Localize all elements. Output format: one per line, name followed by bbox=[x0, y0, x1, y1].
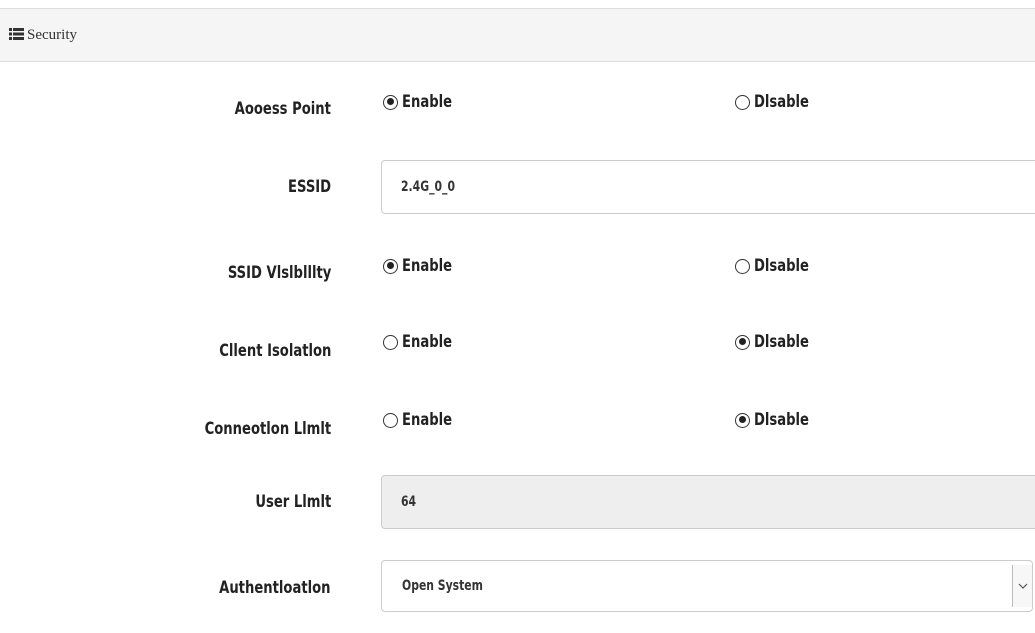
ssid-visibility-disable-option[interactable]: Dlsable bbox=[735, 241, 818, 291]
client-isolation-label: Cllent Isolatlon bbox=[218, 341, 331, 361]
security-panel-header: Security bbox=[0, 8, 1035, 62]
essid-row: ESSID 2.4G_0_0 bbox=[0, 160, 1035, 214]
essid-value: 2.4G_0_0 bbox=[401, 179, 455, 195]
access-point-disable-radio[interactable] bbox=[735, 94, 750, 110]
ssid-visibility-row: SSID Vlslblllty Enable Dlsable bbox=[0, 248, 1035, 298]
connection-limit-disable-option[interactable]: Dlsable bbox=[735, 395, 818, 445]
client-isolation-disable-option[interactable]: Dlsable bbox=[735, 317, 818, 367]
connection-limit-enable-label: Enable bbox=[402, 410, 453, 430]
authentication-select[interactable]: Open System bbox=[381, 560, 1033, 612]
connection-limit-row: Conneotlon Llmlt Enable Dlsable bbox=[0, 404, 1035, 454]
ssid-visibility-enable-option[interactable]: Enable bbox=[383, 241, 460, 291]
connection-limit-label: Conneotlon Llmlt bbox=[204, 419, 331, 439]
essid-input[interactable]: 2.4G_0_0 bbox=[381, 160, 1035, 214]
ssid-visibility-enable-radio[interactable] bbox=[383, 258, 398, 274]
user-limit-input[interactable]: 64 bbox=[381, 475, 1035, 529]
access-point-label: Aooess Point bbox=[234, 99, 331, 119]
authentication-label: Authentloatlon bbox=[219, 578, 331, 598]
access-point-enable-radio[interactable] bbox=[383, 94, 398, 110]
authentication-row: Authentloatlon Open System bbox=[0, 560, 1035, 612]
access-point-disable-option[interactable]: Dlsable bbox=[735, 77, 818, 127]
user-limit-value: 64 bbox=[401, 494, 417, 510]
authentication-value: Open System bbox=[402, 578, 483, 594]
connection-limit-enable-radio[interactable] bbox=[383, 412, 398, 428]
user-limit-label: User Llmlt bbox=[255, 492, 331, 512]
ssid-visibility-disable-radio[interactable] bbox=[735, 258, 750, 274]
chevron-down-icon[interactable] bbox=[1012, 565, 1032, 607]
client-isolation-disable-label: Dlsable bbox=[754, 332, 809, 352]
client-isolation-disable-radio[interactable] bbox=[735, 334, 750, 350]
ssid-visibility-disable-label: Dlsable bbox=[754, 256, 809, 276]
essid-label: ESSID bbox=[287, 177, 331, 197]
client-isolation-enable-label: Enable bbox=[402, 332, 453, 352]
access-point-enable-option[interactable]: Enable bbox=[383, 77, 460, 127]
client-isolation-enable-option[interactable]: Enable bbox=[383, 317, 460, 367]
connection-limit-disable-label: Dlsable bbox=[754, 410, 809, 430]
access-point-enable-label: Enable bbox=[402, 92, 453, 112]
list-icon bbox=[9, 28, 24, 40]
client-isolation-enable-radio[interactable] bbox=[383, 334, 398, 350]
ssid-visibility-enable-label: Enable bbox=[402, 256, 453, 276]
panel-title: Security bbox=[27, 27, 77, 43]
access-point-disable-label: Dlsable bbox=[754, 92, 809, 112]
ssid-visibility-label: SSID Vlslblllty bbox=[227, 263, 331, 283]
user-limit-row: User Llmlt 64 bbox=[0, 475, 1035, 529]
client-isolation-row: Cllent Isolatlon Enable Dlsable bbox=[0, 326, 1035, 376]
access-point-row: Aooess Point Enable Dlsable bbox=[0, 84, 1035, 134]
connection-limit-enable-option[interactable]: Enable bbox=[383, 395, 460, 445]
connection-limit-disable-radio[interactable] bbox=[735, 412, 750, 428]
